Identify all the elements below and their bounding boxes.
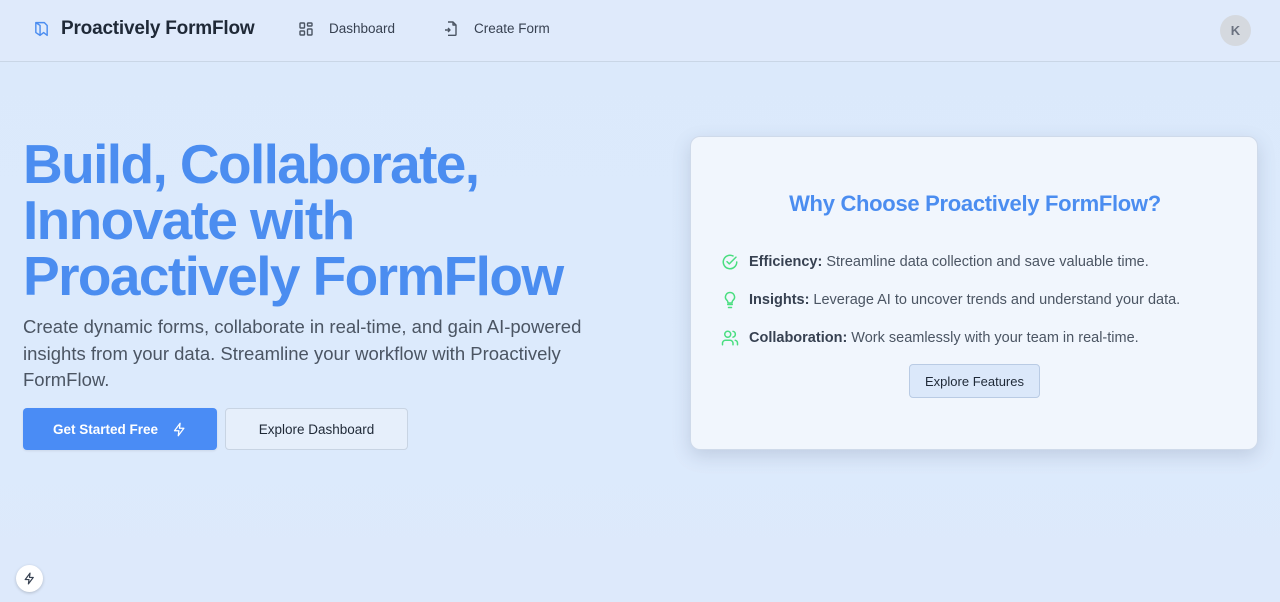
feature-text: Leverage AI to uncover trends and unders… — [813, 292, 1181, 308]
hero-subtitle: Create dynamic forms, collaborate in rea… — [23, 316, 582, 390]
get-started-label: Get Started Free — [52, 421, 159, 437]
nav-dashboard[interactable]: Dashboard — [299, 21, 395, 36]
nav-create-form[interactable]: Create Form — [444, 21, 550, 36]
zap-icon — [24, 572, 34, 585]
explore-features-label: Explore Features — [925, 373, 1024, 389]
feature-item-efficiency: Efficiency: Streamline data collection a… — [721, 253, 1149, 271]
hero-title: Build, Collaborate, Innovate with Proact… — [23, 133, 564, 307]
brand-name: Proactively FormFlow — [61, 18, 255, 39]
feature-label: Insights: — [749, 292, 810, 308]
book-icon — [35, 21, 48, 37]
dev-tools-badge[interactable] — [16, 565, 43, 592]
zap-icon — [173, 422, 185, 436]
brand[interactable]: Proactively FormFlow — [33, 18, 255, 40]
explore-features-button[interactable]: Explore Features — [909, 364, 1040, 398]
explore-dashboard-button[interactable]: Explore Dashboard — [225, 408, 408, 450]
nav-create-form-label: Create Form — [474, 21, 550, 36]
feature-item-insights: Insights: Leverage AI to uncover trends … — [721, 291, 1180, 309]
feature-label: Efficiency: — [749, 254, 823, 270]
user-avatar[interactable]: K — [1220, 15, 1251, 46]
feature-label: Collaboration: — [749, 330, 848, 346]
dashboard-grid-icon — [299, 21, 313, 36]
nav-dashboard-label: Dashboard — [329, 21, 396, 36]
circle-check-icon — [722, 254, 738, 270]
file-input-icon — [445, 21, 457, 36]
feature-text: Streamline data collection and save valu… — [826, 254, 1149, 270]
feature-text: Work seamlessly with your team in real-t… — [851, 330, 1139, 346]
feature-item-collaboration: Collaboration: Work seamlessly with your… — [721, 329, 1139, 347]
top-navbar: Proactively FormFlow Dashboard Create Fo… — [0, 0, 1280, 62]
lightbulb-icon — [724, 291, 736, 309]
card-title: Why Choose Proactively FormFlow? — [789, 191, 1161, 216]
get-started-button[interactable]: Get Started Free — [23, 408, 217, 450]
users-icon — [721, 330, 739, 346]
why-choose-card: Why Choose Proactively FormFlow? Efficie… — [690, 136, 1258, 450]
explore-dashboard-label: Explore Dashboard — [258, 421, 375, 437]
